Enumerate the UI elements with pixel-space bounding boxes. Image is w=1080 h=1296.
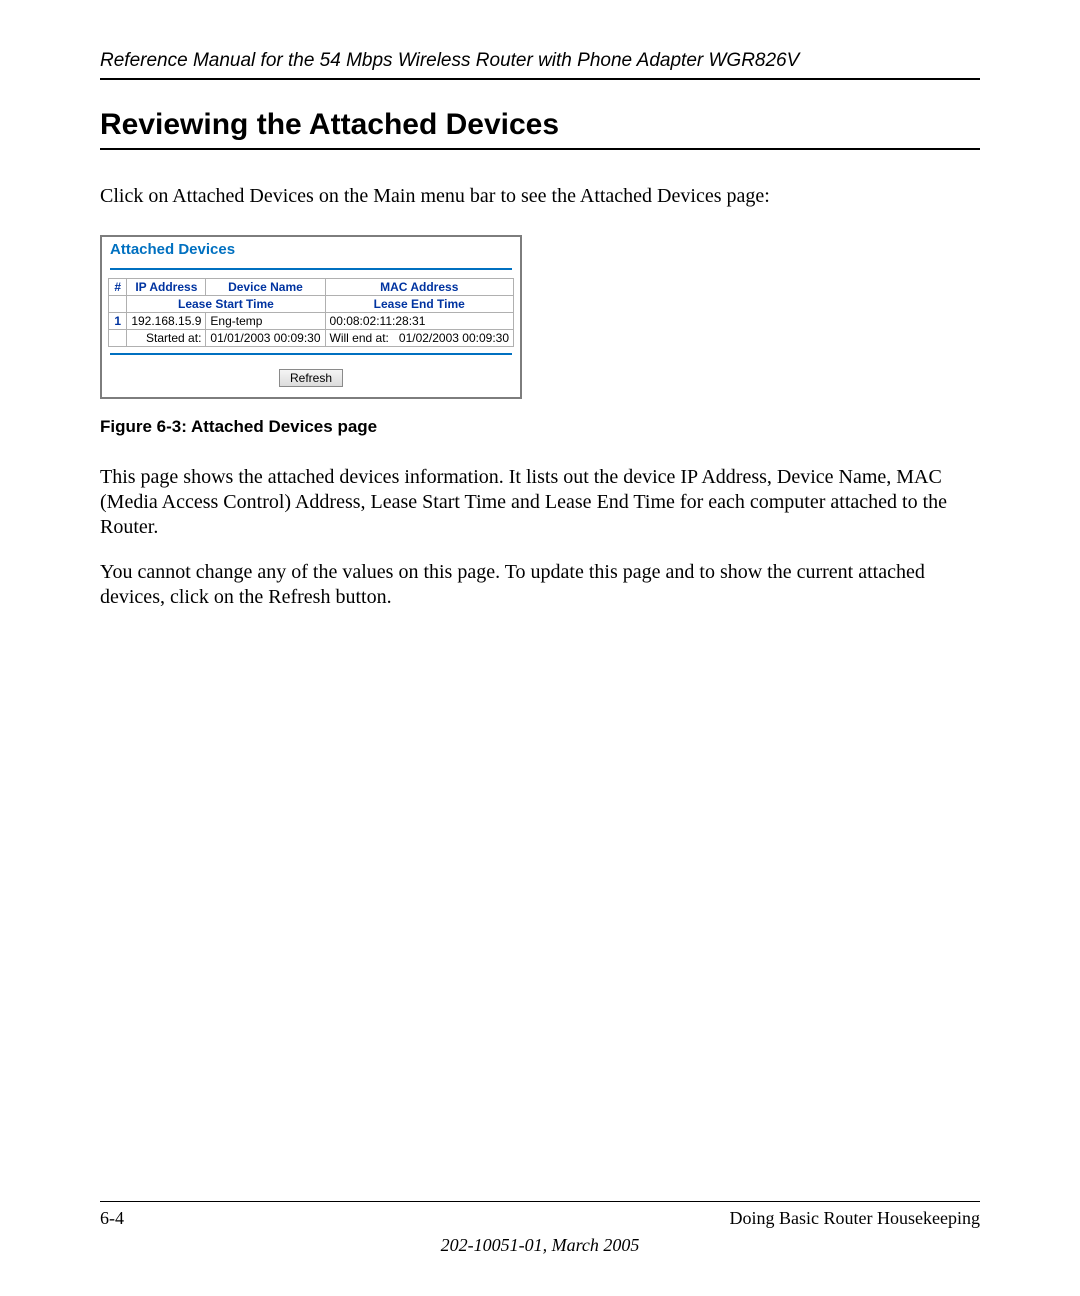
col-index: # bbox=[109, 279, 127, 296]
header-rule bbox=[100, 78, 980, 80]
section-title: Reviewing the Attached Devices bbox=[100, 108, 980, 142]
table-row: 1 192.168.15.9 Eng-temp 00:08:02:11:28:3… bbox=[109, 313, 514, 330]
body-paragraph-2: You cannot change any of the values on t… bbox=[100, 560, 980, 610]
table-subheader-row: Lease Start Time Lease End Time bbox=[109, 296, 514, 313]
footer-rule bbox=[100, 1201, 980, 1202]
cell-end-val: 01/02/2003 00:09:30 bbox=[399, 331, 509, 345]
table-header-row: # IP Address Device Name MAC Address bbox=[109, 279, 514, 296]
col-device-name: Device Name bbox=[206, 279, 325, 296]
panel-rule-top bbox=[110, 268, 512, 270]
footer-doc-id: 202-10051-01, March 2005 bbox=[100, 1235, 980, 1256]
devices-table: # IP Address Device Name MAC Address Lea… bbox=[108, 278, 514, 347]
col-blank bbox=[109, 296, 127, 313]
col-lease-start: Lease Start Time bbox=[127, 296, 325, 313]
cell-device-name: Eng-temp bbox=[206, 313, 325, 330]
cell-mac: 00:08:02:11:28:31 bbox=[325, 313, 513, 330]
refresh-button[interactable]: Refresh bbox=[279, 369, 343, 387]
table-row-lease: Started at: 01/01/2003 00:09:30 Will end… bbox=[109, 330, 514, 347]
cell-end: Will end at: 01/02/2003 00:09:30 bbox=[325, 330, 513, 347]
running-header: Reference Manual for the 54 Mbps Wireles… bbox=[100, 50, 980, 72]
panel-title: Attached Devices bbox=[110, 241, 514, 258]
cell-index: 1 bbox=[109, 313, 127, 330]
title-rule bbox=[100, 148, 980, 150]
figure-caption: Figure 6-3: Attached Devices page bbox=[100, 417, 980, 437]
footer-chapter: Doing Basic Router Housekeeping bbox=[730, 1208, 980, 1229]
col-ip: IP Address bbox=[127, 279, 206, 296]
document-page: Reference Manual for the 54 Mbps Wireles… bbox=[0, 0, 1080, 1296]
intro-paragraph: Click on Attached Devices on the Main me… bbox=[100, 184, 980, 209]
footer-page-number: 6-4 bbox=[100, 1208, 124, 1229]
col-lease-end: Lease End Time bbox=[325, 296, 513, 313]
body-paragraph-1: This page shows the attached devices inf… bbox=[100, 465, 980, 540]
cell-end-label: Will end at: bbox=[330, 331, 389, 345]
cell-start-label: Started at: bbox=[127, 330, 206, 347]
page-footer: 6-4 Doing Basic Router Housekeeping 202-… bbox=[100, 1201, 980, 1256]
col-mac: MAC Address bbox=[325, 279, 513, 296]
attached-devices-panel: Attached Devices # IP Address Device Nam… bbox=[100, 235, 522, 399]
panel-rule-bottom bbox=[110, 353, 512, 355]
cell-start-val: 01/01/2003 00:09:30 bbox=[206, 330, 325, 347]
cell-ip: 192.168.15.9 bbox=[127, 313, 206, 330]
cell-blank bbox=[109, 330, 127, 347]
